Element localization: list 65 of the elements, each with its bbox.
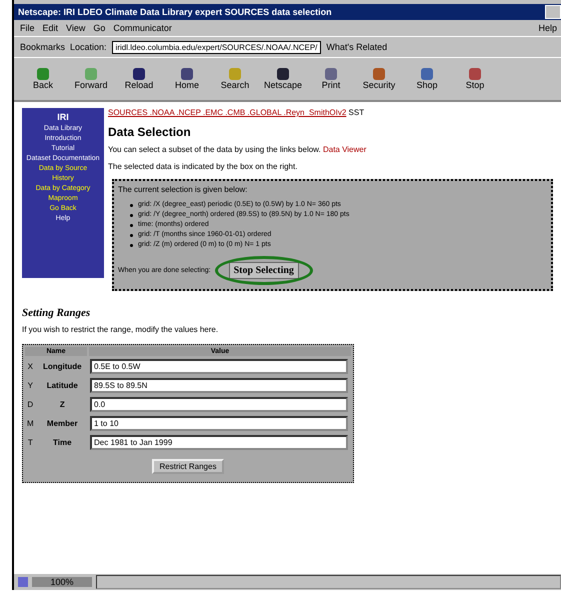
maximize-button[interactable] xyxy=(545,5,561,19)
toolbar-button[interactable]: Netscape xyxy=(264,68,302,90)
toolbar-button[interactable]: Back xyxy=(24,68,62,90)
axis-cell-text: Y xyxy=(26,380,34,392)
menu-item[interactable]: Edit xyxy=(42,23,58,33)
viewer-link[interactable]: Data Viewer xyxy=(322,145,366,154)
toolbar-button[interactable]: Reload xyxy=(120,68,158,90)
bullet-icon xyxy=(130,224,133,226)
name-cell-text: Latitude xyxy=(46,380,79,392)
bookmarks-button[interactable]: Bookmarks xyxy=(20,42,66,52)
range-field[interactable]: 1 to 10 xyxy=(90,416,348,431)
toolbar-icon xyxy=(181,68,193,80)
ranges-description: If you wish to restrict the range, modify the values here. xyxy=(22,325,220,334)
related-button[interactable]: What's Related xyxy=(326,42,388,52)
range-field[interactable]: 0.5E to 0.5W xyxy=(90,359,348,374)
range-field[interactable]: Dec 1981 to Jan 1999 xyxy=(90,435,348,450)
stop-selecting-button[interactable]: Stop Selecting xyxy=(228,262,299,279)
toolbar-button[interactable]: Home xyxy=(168,68,206,90)
toolbar-icon xyxy=(85,68,97,80)
toolbar-button[interactable]: Stop xyxy=(456,68,494,90)
page-heading: Data Selection xyxy=(108,125,192,139)
axis-cell-text: X xyxy=(26,361,34,373)
toolbar-icon xyxy=(469,68,481,80)
toolbar-button[interactable]: Print xyxy=(312,68,350,90)
menu-item[interactable]: File xyxy=(20,23,35,33)
window-title: Netscape: IRI LDEO Climate Data Library expert SOURCES data selection xyxy=(18,7,333,17)
toolbar-icon xyxy=(229,68,241,80)
sidebar-title: IRI xyxy=(57,112,69,122)
toolbar-button[interactable]: Search xyxy=(216,68,254,90)
selection-title: The current selection is given below: xyxy=(118,185,248,194)
toolbar-button[interactable]: Shop xyxy=(408,68,446,90)
section-heading: Setting Ranges xyxy=(22,307,92,319)
bullet-icon xyxy=(130,244,133,246)
axis-cell-text: T xyxy=(26,437,34,449)
bullet-icon xyxy=(130,214,133,216)
location-label: Location: xyxy=(70,42,107,52)
name-cell-text: Member xyxy=(46,418,79,430)
toolbar-icon xyxy=(37,68,49,80)
menu-item[interactable]: Help xyxy=(538,23,557,33)
location-field[interactable]: iridl.ldeo.columbia.edu/expert/SOURCES/.NOAA/.NCEP/ xyxy=(112,40,322,54)
toolbar-button[interactable]: Forward xyxy=(72,68,110,90)
name-cell-text: Longitude xyxy=(42,361,83,373)
range-field[interactable]: 0.0 xyxy=(90,397,348,412)
toolbar-icon xyxy=(133,68,145,80)
toolbar-button[interactable]: Security xyxy=(360,68,398,90)
axis-cell-text: D xyxy=(26,399,34,411)
menu-item[interactable]: View xyxy=(66,23,86,33)
toolbar-icon xyxy=(421,68,433,80)
bullet-icon xyxy=(130,234,133,236)
restrict-button[interactable]: Restrict Ranges xyxy=(152,459,224,474)
dataset-variable: SST xyxy=(348,108,364,117)
axis-cell-text: M xyxy=(26,418,35,430)
name-cell-text: Time xyxy=(52,437,73,449)
intro-text: You can select a subset of the data by using the links below. xyxy=(108,145,321,154)
note-text: The selected data is indicated by the box on the right. xyxy=(108,162,298,171)
toolbar-icon xyxy=(373,68,385,80)
progress-text: 100% xyxy=(32,577,92,587)
range-field[interactable]: 89.5S to 89.5N xyxy=(90,378,348,393)
toolbar-icon xyxy=(277,68,289,80)
toolbar-icon xyxy=(325,68,337,80)
bullet-icon xyxy=(130,204,133,206)
menu-item[interactable]: Communicator xyxy=(113,23,172,33)
name-cell-text: Z xyxy=(58,399,66,411)
menu-item[interactable]: Go xyxy=(93,23,106,33)
dataset-link[interactable]: SOURCES .NOAA .NCEP .EMC .CMB .GLOBAL .Reyn_SmithOIv2 xyxy=(108,108,346,117)
